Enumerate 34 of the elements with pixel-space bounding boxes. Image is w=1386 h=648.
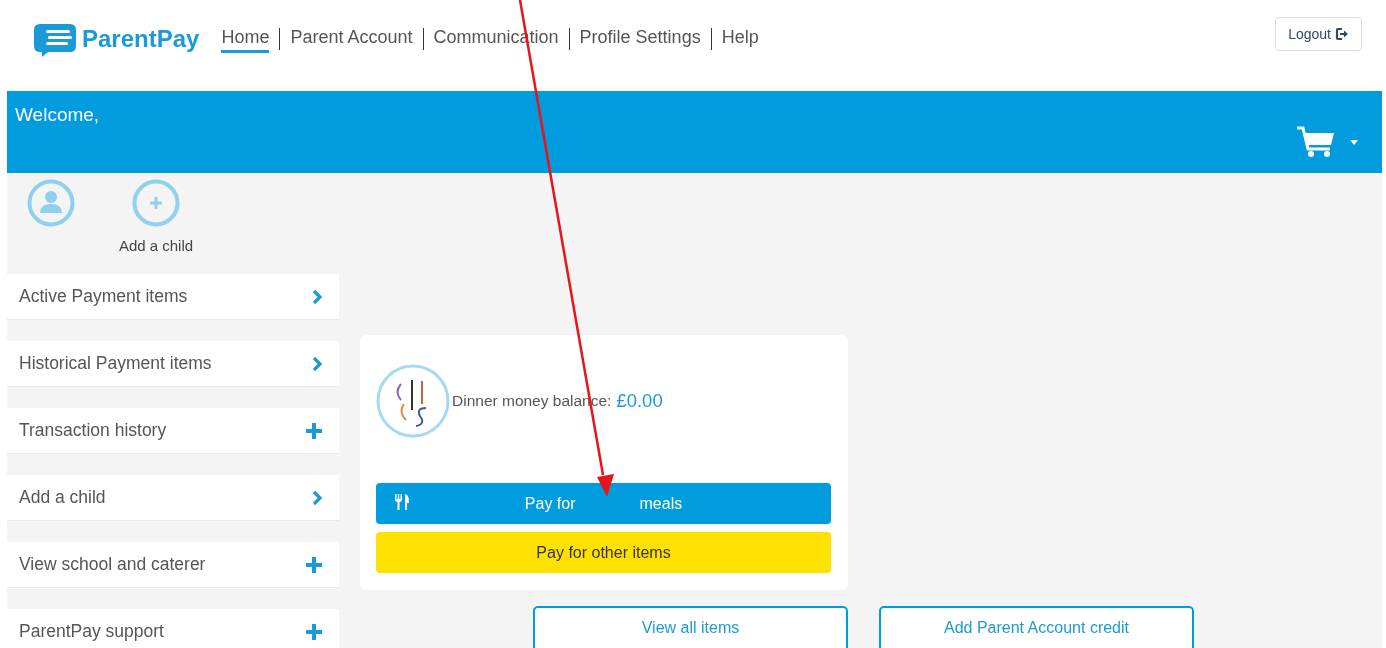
sidebar-item[interactable]: Historical Payment items xyxy=(7,341,339,387)
logout-icon xyxy=(1335,26,1349,41)
sidebar-item[interactable]: Active Payment items xyxy=(7,274,339,320)
fork-knife-icon xyxy=(394,493,410,511)
welcome-text: Welcome, xyxy=(15,104,100,126)
cart-icon[interactable] xyxy=(1296,125,1336,159)
sidebar-item[interactable]: ParentPay support xyxy=(7,609,339,648)
child-avatar-icon[interactable] xyxy=(26,179,75,227)
nav-link[interactable]: Help xyxy=(721,24,759,53)
sidebar-item-label: Add a child xyxy=(19,487,106,508)
sidebar-item-label: ParentPay support xyxy=(19,621,164,642)
sidebar-item-label: Active Payment items xyxy=(19,286,188,307)
chevron-right-icon xyxy=(311,355,323,372)
sidebar-item-label: Transaction history xyxy=(19,420,167,441)
logout-button[interactable]: Logout xyxy=(1275,16,1362,51)
pay-other-button[interactable]: Pay for other items xyxy=(376,532,831,573)
sidebar-item-label: Historical Payment items xyxy=(19,353,212,374)
balance-amount: £0.00 xyxy=(616,390,663,412)
plus-icon xyxy=(305,555,323,574)
nav-link[interactable]: Profile Settings xyxy=(579,24,701,53)
add-child-label[interactable]: Add a child xyxy=(118,237,194,254)
chevron-right-icon xyxy=(311,489,323,506)
logo-text: ParentPay xyxy=(82,24,200,53)
sidebar-item-label: View school and caterer xyxy=(19,554,206,575)
nav-link[interactable]: Home xyxy=(221,24,270,53)
sidebar-item[interactable]: Add a child xyxy=(7,475,339,521)
caret-icon[interactable] xyxy=(1350,139,1358,145)
sidebar-item[interactable]: Transaction history xyxy=(7,408,339,454)
plus-icon xyxy=(305,622,323,641)
nav-link[interactable]: Parent Account xyxy=(290,24,413,53)
add-child-icon[interactable] xyxy=(132,179,180,227)
plus-icon xyxy=(305,421,323,440)
chevron-right-icon xyxy=(311,288,323,305)
sidebar-item[interactable]: View school and caterer xyxy=(7,542,339,588)
